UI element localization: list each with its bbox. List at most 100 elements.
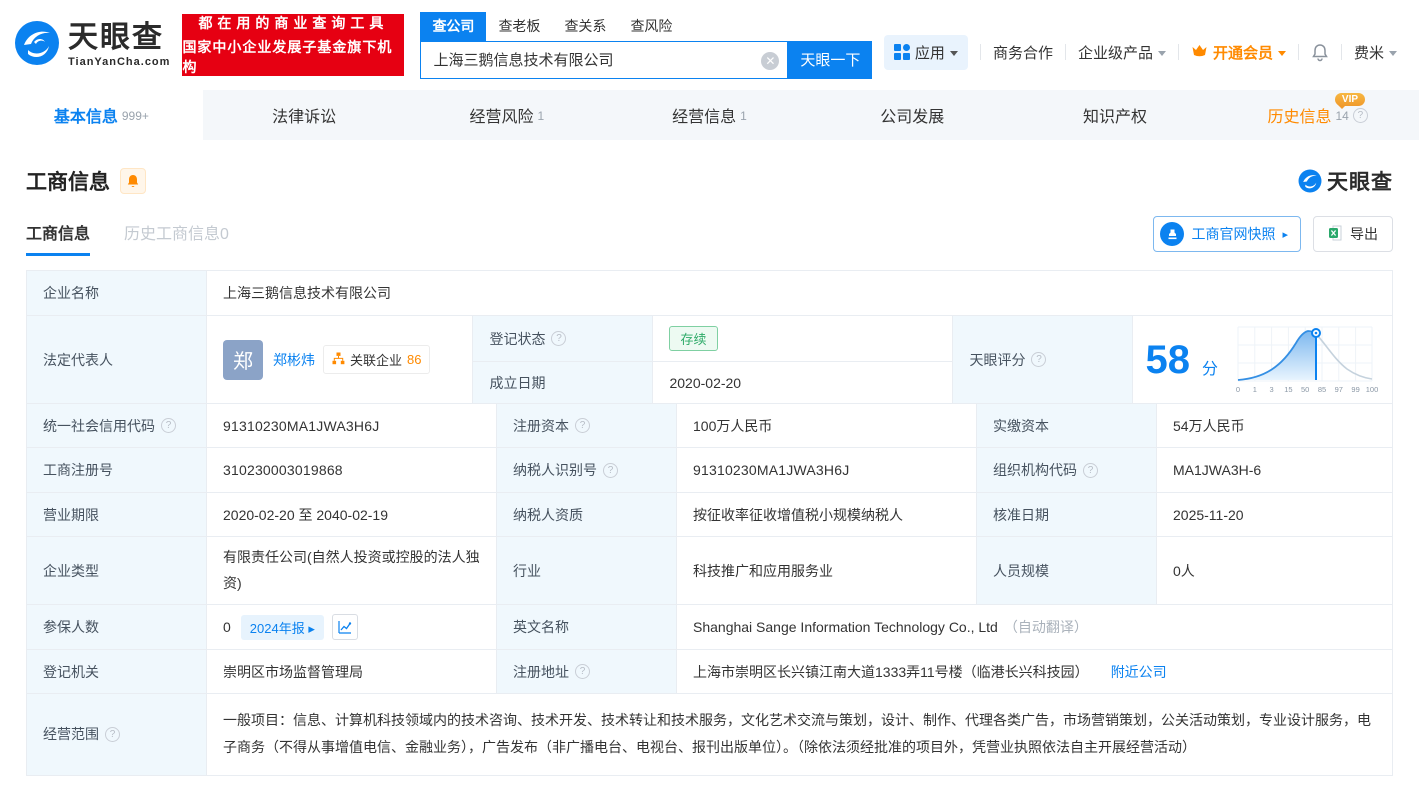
nav-enterprise[interactable]: 企业级产品 [1078,42,1166,63]
help-icon[interactable]: ? [1353,108,1368,123]
tab-legal[interactable]: 法律诉讼 [203,90,406,140]
trend-chart-icon[interactable] [332,614,358,640]
nav-cooperation[interactable]: 商务合作 [993,42,1053,63]
english-name-label: 英文名称 [497,605,677,650]
address-value: 上海市崇明区长兴镇江南大道1333弄11号楼（临港长兴科技园） 附近公司 [677,650,1393,694]
clear-search-icon[interactable]: ✕ [761,52,779,70]
score-distribution-chart: 01 315 5085 9799 100 [1230,321,1380,398]
staff-size-label: 人员规模 [977,537,1157,605]
annual-report-link[interactable]: 2024年报 ▸ [241,615,324,640]
help-icon[interactable]: ? [551,331,566,346]
search-input-wrap: ✕ [420,41,788,79]
help-icon[interactable]: ? [603,463,618,478]
tab-risk[interactable]: 经营风险1 [405,90,608,140]
legal-rep-avatar[interactable]: 郑 [223,340,263,380]
help-icon[interactable]: ? [1031,352,1046,367]
registry-label: 登记机关 [27,650,207,694]
company-type-label: 企业类型 [27,537,207,605]
table-row: 登记机关 崇明区市场监督管理局 注册地址? 上海市崇明区长兴镇江南大道1333弄… [27,650,1393,694]
search-tab-relation[interactable]: 查关系 [552,12,618,41]
org-chart-icon [332,352,345,368]
tab-operation[interactable]: 经营信息1 [608,90,811,140]
company-name-value: 上海三鹅信息技术有限公司 [207,271,1393,316]
org-code-label: 组织机构代码? [977,448,1157,493]
reg-number-label: 工商注册号 [27,448,207,493]
help-icon[interactable]: ? [575,418,590,433]
user-menu[interactable]: 费米 [1354,42,1397,63]
paid-capital-value: 54万人民币 [1157,404,1393,448]
staff-size-value: 0人 [1157,537,1393,605]
excel-icon [1328,225,1343,244]
tianyancha-logo-icon [14,20,60,71]
auto-translate-note: （自动翻译） [1004,617,1088,637]
help-icon[interactable]: ? [105,727,120,742]
score-number: 58 [1145,340,1190,380]
brand-name: 天眼查 [68,23,170,53]
help-icon[interactable]: ? [1083,463,1098,478]
scope-label: 经营范围? [27,694,207,776]
term-label: 营业期限 [27,493,207,537]
svg-text:0: 0 [1236,385,1240,394]
reg-capital-label: 注册资本? [497,404,677,448]
address-label: 注册地址? [497,650,677,694]
credit-code-value: 91310230MA1JWA3H6J [207,404,497,448]
score-value: 58 分 01 [1133,316,1393,404]
taxpayer-quality-value: 按征收率征收增值税小规模纳税人 [677,493,977,537]
taxpayer-id-label: 纳税人识别号? [497,448,677,493]
search-input[interactable] [421,42,787,78]
chevron-down-icon [950,51,958,56]
apps-menu[interactable]: 应用 [884,35,968,70]
top-nav: 应用 商务合作 企业级产品 开通会员 费米 [884,35,1397,70]
svg-text:50: 50 [1301,385,1309,394]
tab-basic-info[interactable]: 基本信息999+ [0,90,203,140]
related-companies-badge[interactable]: 关联企业 86 [323,345,430,374]
paid-capital-label: 实缴资本 [977,404,1157,448]
org-code-value: MA1JWA3H-6 [1157,448,1393,493]
main-tabbar: 基本信息999+ 法律诉讼 经营风险1 经营信息1 公司发展 知识产权 VIP … [0,90,1419,140]
company-name-label: 企业名称 [27,271,207,316]
export-button[interactable]: 导出 [1313,216,1393,252]
reg-status-value: 存续 [653,316,953,362]
notification-bell-icon[interactable] [1311,43,1329,62]
stamp-icon [1160,222,1184,246]
search-tab-company[interactable]: 查公司 [420,12,486,41]
insured-value: 0 2024年报 ▸ [207,605,497,650]
crown-icon [1191,43,1208,62]
table-row: 经营范围? 一般项目：信息、计算机科技领域内的技术咨询、技术开发、技术转让和技术… [27,694,1393,776]
tab-ip[interactable]: 知识产权 [1014,90,1217,140]
apps-grid-icon [894,44,910,60]
search-tab-risk[interactable]: 查风险 [618,12,684,41]
scope-value: 一般项目：信息、计算机科技领域内的技术咨询、技术开发、技术转让和技术服务，文化艺… [207,694,1393,776]
approval-date-value: 2025-11-20 [1157,493,1393,537]
promo-line1: 都在用的商业查询工具 [198,13,388,33]
subtab-business-info[interactable]: 工商信息 [26,220,90,256]
tab-history[interactable]: VIP 历史信息 14 ? [1216,90,1419,140]
top-header: 天眼查 TianYanCha.com 都在用的商业查询工具 国家中小企业发展子基… [0,0,1419,90]
help-icon[interactable]: ? [161,418,176,433]
table-row: 参保人数 0 2024年报 ▸ 英文名称 Shanghai Sange Info… [27,605,1393,650]
credit-code-label: 统一社会信用代码? [27,404,207,448]
nearby-companies-link[interactable]: 附近公司 [1111,662,1167,682]
insured-label: 参保人数 [27,605,207,650]
legal-rep-link[interactable]: 郑彬炜 [273,350,315,370]
search-button[interactable]: 天眼一下 [788,41,872,79]
watermark-logo: 天眼查 [1298,166,1393,196]
monitor-bell-icon[interactable] [120,168,146,194]
nav-vip[interactable]: 开通会员 [1191,42,1286,63]
search-tab-boss[interactable]: 查老板 [486,12,552,41]
official-snapshot-button[interactable]: 工商官网快照 ▸ [1153,216,1301,252]
help-icon[interactable]: ? [575,664,590,679]
svg-text:99: 99 [1351,385,1359,394]
promo-line2: 国家中小企业发展子基金旗下机构 [182,37,404,77]
tianyancha-logo[interactable]: 天眼查 TianYanCha.com [14,20,170,71]
industry-value: 科技推广和应用服务业 [677,537,977,605]
table-row: 企业名称 上海三鹅信息技术有限公司 [27,271,1393,316]
business-info-table: 企业名称 上海三鹅信息技术有限公司 法定代表人 郑 郑彬炜 关联企业 86 登记… [26,270,1393,776]
svg-text:97: 97 [1335,385,1343,394]
section-title: 工商信息 [26,166,110,196]
established-label: 成立日期 [473,362,653,404]
taxpayer-id-value: 91310230MA1JWA3H6J [677,448,977,493]
tab-development[interactable]: 公司发展 [811,90,1014,140]
english-name-value: Shanghai Sange Information Technology Co… [677,605,1393,650]
subtab-history-info[interactable]: 历史工商信息0 [124,220,229,256]
